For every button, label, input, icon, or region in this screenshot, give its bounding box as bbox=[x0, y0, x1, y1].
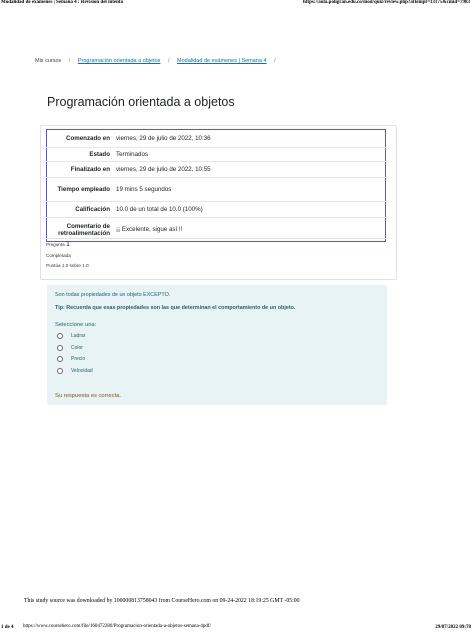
print-header-title: Modalidad de exámenes | Semana 4 : Revis… bbox=[1, 0, 124, 5]
summary-value: viernes, 29 de julio de 2022, 10:55 bbox=[116, 161, 386, 178]
answer-option[interactable]: Precio bbox=[57, 355, 85, 363]
summary-label: Estado bbox=[46, 147, 116, 162]
question-state: Completada bbox=[46, 253, 71, 258]
print-header: Modalidad de exámenes | Semana 4 : Revis… bbox=[0, 0, 474, 7]
answer-option-label: Ladrar bbox=[71, 333, 86, 339]
summary-label: Finalizado en bbox=[46, 161, 116, 178]
attempt-summary-table: Comenzado en viernes, 29 de julio de 202… bbox=[46, 129, 386, 242]
radio-button[interactable] bbox=[57, 345, 63, 351]
download-source-notice: This study source was downloaded by 1000… bbox=[24, 598, 300, 604]
summary-value: 19 mins 5 segundos bbox=[116, 177, 386, 202]
breadcrumb-item-quiz[interactable]: Modalidad de exámenes | Semana 4 bbox=[177, 58, 267, 64]
summary-label: Calificación bbox=[46, 201, 116, 218]
answer-option-label: Precio bbox=[71, 356, 86, 362]
summary-value: Terminados bbox=[116, 147, 386, 162]
page-indicator: 1 de 4 bbox=[1, 625, 14, 630]
summary-label: Tiempo empleado bbox=[46, 177, 116, 202]
print-date: 29/07/2022 09:78 bbox=[435, 625, 471, 630]
answer-feedback: Su respuesta es correcta. bbox=[55, 393, 122, 399]
question-number-label: Pregunta bbox=[46, 242, 65, 247]
summary-row-state: Estado Terminados bbox=[46, 147, 386, 162]
question-number-value: 1 bbox=[65, 241, 70, 248]
radio-button[interactable] bbox=[57, 333, 63, 339]
question-number: Pregunta 1 bbox=[46, 241, 386, 248]
answer-option[interactable]: Ladrar bbox=[57, 332, 85, 340]
question-text: Son todas propiedades de un objeto EXCEP… bbox=[55, 292, 171, 298]
answer-option[interactable]: Velocidad bbox=[57, 367, 93, 375]
summary-value: 10.0 de un total de 10.0 (100%) bbox=[116, 201, 386, 218]
breadcrumb-item-course[interactable]: Programación orientada a objetos bbox=[78, 58, 161, 64]
breadcrumb-separator: / bbox=[167, 58, 170, 64]
summary-label: Comenzado en bbox=[46, 129, 116, 148]
question-info: Pregunta 1 Completada Puntúa 1.0 sobre 1… bbox=[46, 238, 386, 277]
question-score: Puntúa 1.0 sobre 1.0 bbox=[46, 263, 89, 268]
breadcrumb-item-mis-cursos[interactable]: Mis cursos bbox=[35, 58, 61, 64]
breadcrumb: Mis cursos / Programación orientada a ob… bbox=[35, 58, 282, 64]
page-title: Programación orientada a objetos bbox=[47, 95, 235, 109]
summary-row-grade: Calificación 10.0 de un total de 10.0 (1… bbox=[46, 201, 386, 218]
radio-button[interactable] bbox=[57, 368, 63, 374]
answer-option-label: Color bbox=[71, 345, 83, 351]
breadcrumb-separator: / bbox=[274, 58, 276, 64]
footer-url[interactable]: https://www.coursehero.com/file/16047228… bbox=[23, 624, 211, 629]
breadcrumb-separator: / bbox=[68, 58, 71, 64]
answer-option[interactable]: Color bbox=[57, 344, 83, 352]
question-tip: Tip: Recuerda que esas propiedades son l… bbox=[55, 305, 296, 311]
question-content: Son todas propiedades de un objeto EXCEP… bbox=[47, 285, 387, 405]
summary-row-started: Comenzado en viernes, 29 de julio de 202… bbox=[46, 129, 386, 148]
radio-button[interactable] bbox=[57, 356, 63, 362]
answer-prompt: Seleccione una: bbox=[55, 322, 97, 328]
summary-value: viernes, 29 de julio de 2022, 10:36 bbox=[116, 129, 386, 148]
summary-row-finished: Finalizado en viernes, 29 de julio de 20… bbox=[46, 161, 386, 178]
print-header-url: https://aula.poligran.edu.co/mod/quiz/re… bbox=[302, 0, 470, 5]
answer-option-label: Velocidad bbox=[71, 368, 93, 374]
summary-row-time-taken: Tiempo empleado 19 mins 5 segundos bbox=[46, 177, 386, 202]
